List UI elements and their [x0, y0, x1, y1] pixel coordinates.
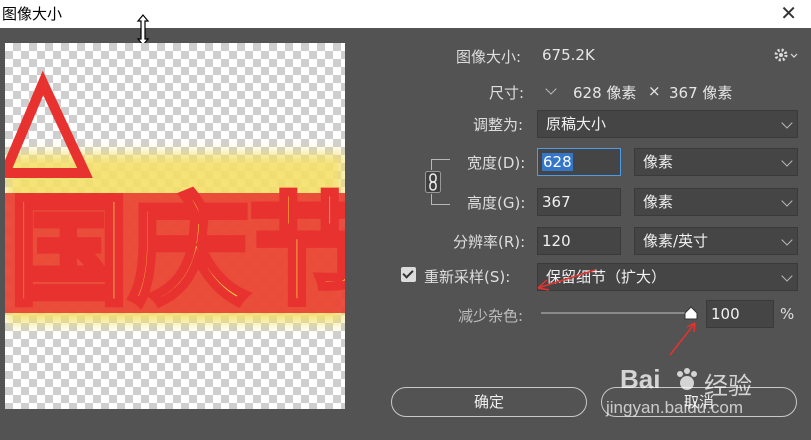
dimensions-height: 367 像素	[669, 84, 733, 102]
height-value: 367	[542, 193, 571, 211]
ok-button[interactable]: 确定	[391, 387, 587, 417]
chevron-down-icon	[545, 83, 557, 95]
width-unit-value: 像素	[643, 153, 674, 171]
width-label: 宽度(D):	[467, 154, 526, 172]
fit-to-select[interactable]: 原稿大小	[537, 110, 798, 138]
watermark-brand-suffix: 经验	[704, 372, 752, 400]
height-unit-select[interactable]: 像素	[634, 188, 798, 216]
resize-cursor-icon	[136, 14, 150, 46]
dimensions-dropdown[interactable]	[542, 82, 562, 102]
resample-checkbox[interactable]	[401, 267, 416, 282]
height-label: 高度(G):	[467, 194, 526, 212]
chevron-down-icon	[781, 195, 793, 207]
image-size-value: 675.2K	[542, 46, 595, 64]
image-preview[interactable]: 国庆节	[5, 43, 345, 409]
chevron-down-icon	[781, 117, 793, 129]
link-chain-icon[interactable]	[425, 171, 441, 193]
chevron-down-icon	[781, 270, 793, 282]
dimensions-label: 尺寸:	[489, 84, 525, 102]
watermark-brand: Bai	[620, 364, 661, 394]
percent-unit: %	[780, 305, 795, 323]
height-input[interactable]: 367	[537, 188, 621, 216]
preview-art-text: 国庆节	[9, 181, 345, 322]
resample-label: 重新采样(S):	[424, 268, 511, 286]
paw-icon	[677, 368, 697, 390]
close-button[interactable]: ✕	[780, 1, 797, 25]
resolution-label: 分辨率(R):	[453, 233, 526, 251]
gear-icon[interactable]	[774, 47, 798, 63]
title-bar: 图像大小 ✕	[0, 0, 811, 28]
image-size-label: 图像大小:	[456, 48, 522, 66]
baidu-watermark: Bai 经验 jingyan.baidu.com	[600, 354, 800, 434]
chevron-down-icon	[781, 234, 793, 246]
link-bracket-bottom	[431, 194, 450, 205]
dimensions-width: 628 像素	[573, 84, 637, 102]
fit-to-label: 调整为:	[473, 116, 524, 134]
dialog-title: 图像大小	[2, 5, 63, 23]
watermark-url: jingyan.baidu.com	[606, 398, 744, 417]
height-unit-value: 像素	[643, 193, 674, 211]
link-bracket-top	[431, 159, 450, 170]
width-value: 628	[542, 153, 573, 171]
reduce-noise-label: 减少杂色:	[458, 307, 524, 325]
width-unit-select[interactable]: 像素	[634, 148, 798, 176]
chevron-down-icon	[781, 155, 793, 167]
width-input[interactable]: 628	[537, 148, 621, 176]
fit-to-value: 原稿大小	[546, 115, 607, 133]
dimensions-times: ×	[648, 82, 661, 100]
annotation-arrows	[537, 269, 696, 356]
